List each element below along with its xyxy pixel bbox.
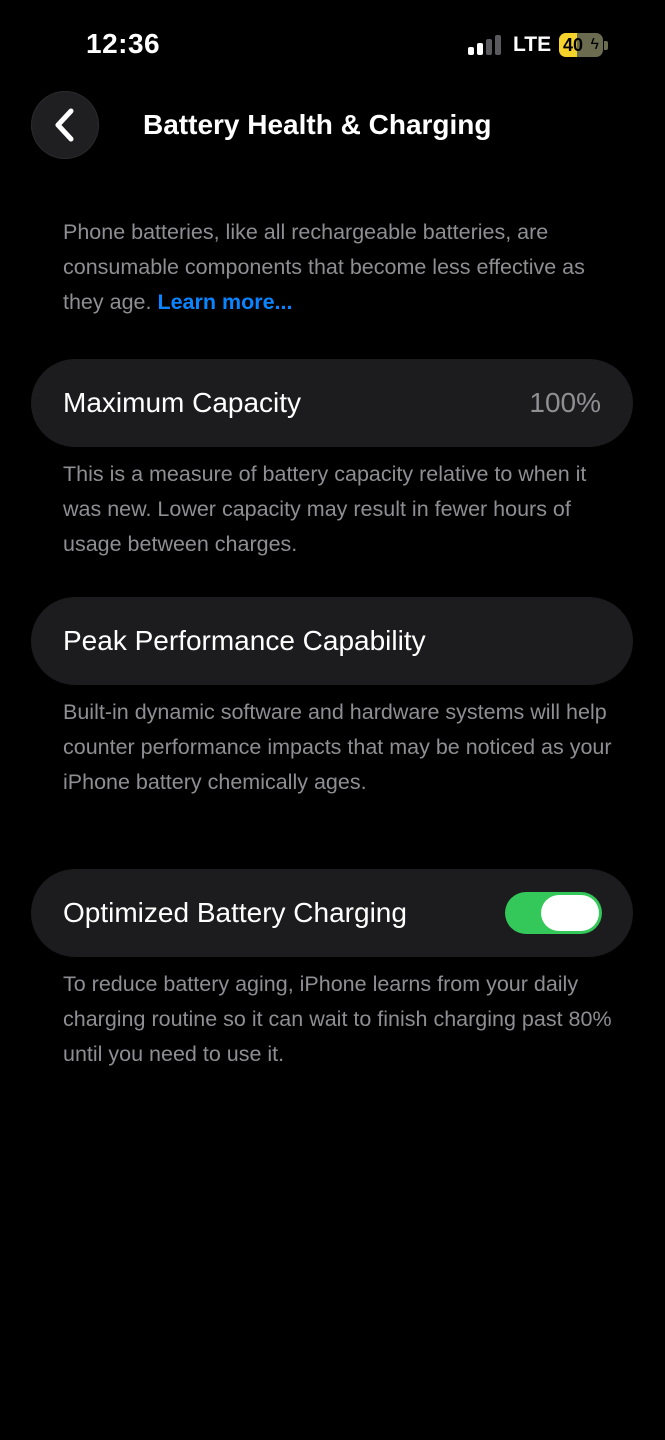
maximum-capacity-value: 100% [529,387,601,418]
status-time: 12:36 [86,28,161,59]
peak-performance-label: Peak Performance Capability [63,625,426,656]
optimized-charging-description: To reduce battery aging, iPhone learns f… [63,972,612,1066]
optimized-charging-label: Optimized Battery Charging [63,897,407,928]
maximum-capacity-row: Maximum Capacity 100% [31,359,633,447]
learn-more-link[interactable]: Learn more... [157,290,292,314]
back-button[interactable] [31,91,99,159]
peak-performance-description: Built-in dynamic software and hardware s… [63,700,612,794]
charging-bolt-icon: ϟ [590,36,599,53]
maximum-capacity-label: Maximum Capacity [63,387,302,418]
toggle-knob [541,895,599,931]
peak-performance-row[interactable]: Peak Performance Capability [31,597,633,685]
page-title: Battery Health & Charging [143,109,492,140]
network-type: LTE [513,33,552,56]
status-bar: 12:36 LTE 40 ϟ [0,0,665,90]
battery-nub [604,41,608,50]
optimized-charging-row: Optimized Battery Charging [31,869,633,957]
maximum-capacity-description: This is a measure of battery capacity re… [63,462,587,556]
optimized-charging-toggle[interactable] [505,892,602,934]
intro-description: Phone batteries, like all rechargeable b… [63,215,623,320]
chevron-left-icon [55,108,74,142]
intro-text: Phone batteries, like all rechargeable b… [63,220,585,314]
battery-icon: 40 ϟ [559,33,603,57]
cellular-signal-icon [468,35,504,55]
